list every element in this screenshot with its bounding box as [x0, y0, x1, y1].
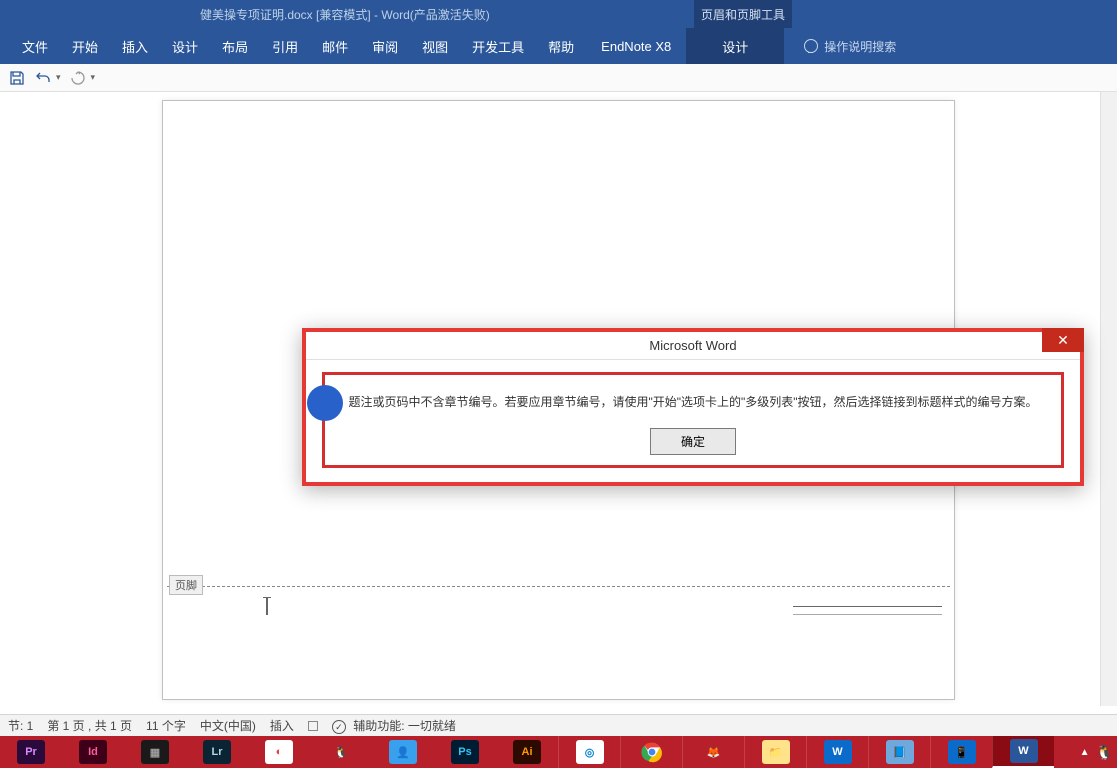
taskbar-app[interactable]: 👤: [372, 736, 434, 768]
app-icon: ◎: [576, 740, 604, 764]
taskbar-app[interactable]: ▦: [124, 736, 186, 768]
lightbulb-icon: [804, 39, 818, 53]
app-icon: 📁: [762, 740, 790, 764]
tab-endnote[interactable]: EndNote X8: [586, 28, 686, 64]
title-bar: 健美操专项证明.docx [兼容模式] - Word(产品激活失败): [0, 0, 1117, 28]
save-button[interactable]: [8, 69, 26, 87]
footer-tag-label: 页脚: [169, 575, 203, 595]
taskbar-app[interactable]: Pr: [0, 736, 62, 768]
tab-mailings[interactable]: 邮件: [310, 28, 360, 64]
footer-rule-1: [793, 606, 942, 607]
taskbar-app[interactable]: [620, 736, 682, 768]
app-icon: Lr: [203, 740, 231, 764]
app-icon: W: [1010, 739, 1038, 763]
taskbar-app[interactable]: W: [992, 736, 1054, 768]
taskbar-app[interactable]: Ps: [434, 736, 496, 768]
taskbar-app[interactable]: W: [806, 736, 868, 768]
status-section[interactable]: 节: 1: [8, 717, 33, 734]
tab-home[interactable]: 开始: [60, 28, 110, 64]
tab-file[interactable]: 文件: [10, 28, 60, 64]
tab-review[interactable]: 审阅: [360, 28, 410, 64]
taskbar-app[interactable]: 🦊: [682, 736, 744, 768]
app-icon: W: [824, 740, 852, 764]
app-icon: [638, 740, 666, 764]
macro-record-icon[interactable]: [308, 721, 318, 731]
tab-references[interactable]: 引用: [260, 28, 310, 64]
taskbar-app[interactable]: 📱: [930, 736, 992, 768]
app-icon: Ai: [513, 740, 541, 764]
app-icon: 📘: [886, 740, 914, 764]
tab-developer[interactable]: 开发工具: [460, 28, 536, 64]
taskbar-app[interactable]: ◎: [558, 736, 620, 768]
status-accessibility[interactable]: ✓ 辅助功能: 一切就绪: [332, 717, 456, 735]
dialog-title-text: Microsoft Word: [649, 338, 736, 353]
close-icon: ✕: [1057, 332, 1069, 349]
text-cursor-icon: [263, 597, 271, 621]
dialog-titlebar: Microsoft Word ✕: [306, 332, 1080, 360]
tray-qq-icon[interactable]: 🐧: [1096, 744, 1113, 761]
app-icon: Pr: [17, 740, 45, 764]
redo-button[interactable]: [69, 69, 87, 87]
undo-dropdown[interactable]: ▾: [56, 72, 61, 83]
taskbar-app[interactable]: Id: [62, 736, 124, 768]
taskbar-app[interactable]: 📘: [868, 736, 930, 768]
app-icon: 📱: [948, 740, 976, 764]
tab-header-footer-design[interactable]: 设计: [686, 28, 784, 64]
system-tray: ▲🐧: [1080, 744, 1117, 761]
dialog-close-button[interactable]: ✕: [1042, 328, 1084, 352]
tab-insert[interactable]: 插入: [110, 28, 160, 64]
app-icon: 🐧: [327, 740, 355, 764]
app-icon: Id: [79, 740, 107, 764]
app-icon: 🦊: [700, 740, 728, 764]
footer-rule-2: [793, 614, 942, 615]
vertical-scrollbar[interactable]: [1100, 92, 1117, 706]
status-word-count[interactable]: 11 个字: [146, 717, 186, 734]
tab-layout[interactable]: 布局: [210, 28, 260, 64]
status-insert-mode[interactable]: 插入: [270, 717, 294, 734]
status-bar: 节: 1 第 1 页 , 共 1 页 11 个字 中文(中国) 插入 ✓ 辅助功…: [0, 714, 1117, 736]
document-title: 健美操专项证明.docx [兼容模式] - Word(产品激活失败): [200, 6, 490, 23]
tray-expand-icon[interactable]: ▲: [1080, 747, 1090, 758]
undo-button[interactable]: [34, 69, 52, 87]
taskbar-app[interactable]: Ai: [496, 736, 558, 768]
status-language[interactable]: 中文(中国): [200, 717, 256, 734]
tab-help[interactable]: 帮助: [536, 28, 586, 64]
qat-customize-dropdown[interactable]: ▾: [91, 72, 96, 83]
message-dialog: Microsoft Word ✕ 题注或页码中不含章节编号。若要应用章节编号，请…: [302, 328, 1084, 486]
dialog-content-frame: 题注或页码中不含章节编号。若要应用章节编号，请使用"开始"选项卡上的"多级列表"…: [322, 372, 1064, 468]
context-tool-tab-label: 页眉和页脚工具: [694, 0, 792, 28]
windows-taskbar: PrId▦Lr◐🐧👤PsAi◎🦊📁W📘📱W▲🐧: [0, 736, 1117, 768]
tab-view[interactable]: 视图: [410, 28, 460, 64]
ok-button[interactable]: 确定: [650, 428, 736, 455]
app-icon: 👤: [389, 740, 417, 764]
ribbon-tabs: 文件 开始 插入 设计 布局 引用 邮件 审阅 视图 开发工具 帮助 EndNo…: [0, 28, 1117, 64]
taskbar-app[interactable]: 📁: [744, 736, 806, 768]
accessibility-icon: ✓: [332, 720, 346, 734]
taskbar-app[interactable]: 🐧: [310, 736, 372, 768]
dialog-message: 题注或页码中不含章节编号。若要应用章节编号，请使用"开始"选项卡上的"多级列表"…: [333, 393, 1053, 412]
app-icon: ◐: [265, 740, 293, 764]
tab-design[interactable]: 设计: [160, 28, 210, 64]
quick-access-toolbar: ▾ ▾: [0, 64, 1117, 92]
app-icon: ▦: [141, 740, 169, 764]
app-icon: Ps: [451, 740, 479, 764]
taskbar-app[interactable]: Lr: [186, 736, 248, 768]
search-hint-text: 操作说明搜索: [824, 38, 896, 55]
footer-boundary-line: [167, 586, 950, 587]
info-icon: [307, 385, 343, 421]
tell-me-search[interactable]: 操作说明搜索: [804, 38, 896, 55]
taskbar-app[interactable]: ◐: [248, 736, 310, 768]
status-page[interactable]: 第 1 页 , 共 1 页: [47, 717, 132, 734]
